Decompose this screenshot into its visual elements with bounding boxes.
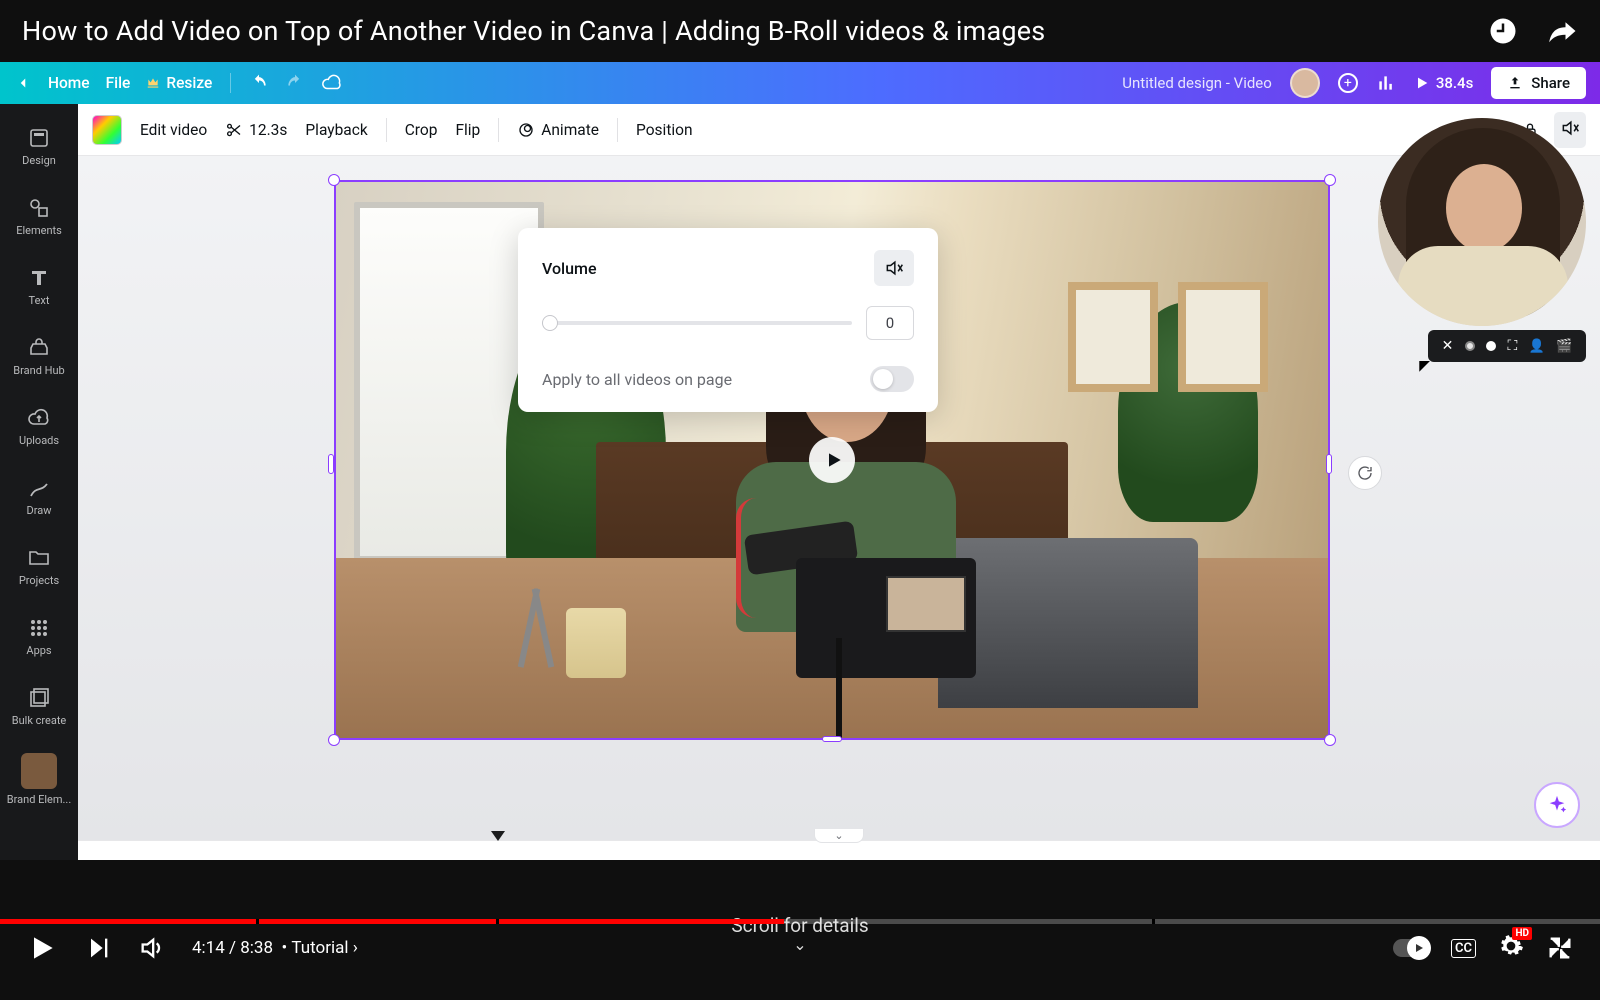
autoplay-toggle[interactable] <box>1393 939 1429 957</box>
play-icon[interactable] <box>26 932 58 964</box>
playhead-marker[interactable] <box>491 831 505 841</box>
trim-button[interactable]: 12.3s <box>225 121 287 139</box>
file-menu[interactable]: File <box>106 74 131 92</box>
apply-all-toggle[interactable] <box>870 366 914 392</box>
redo-icon[interactable] <box>285 73 305 93</box>
mouse-cursor: ◤ <box>1419 358 1430 374</box>
resize-button[interactable]: Resize <box>146 74 212 92</box>
animate-icon <box>517 121 535 139</box>
edit-video-button[interactable]: Edit video <box>140 121 207 139</box>
scissors-icon <box>225 121 243 139</box>
popover-mute-button[interactable] <box>874 250 914 286</box>
context-toolbar: Edit video 12.3s Playback Crop Flip Anim… <box>78 104 1600 156</box>
resize-handle[interactable] <box>328 174 340 186</box>
person-icon[interactable]: 👤 <box>1529 339 1545 354</box>
apply-all-label: Apply to all videos on page <box>542 370 732 389</box>
collapse-timeline-button[interactable]: ⌄ <box>814 829 864 843</box>
close-icon[interactable]: ✕ <box>1442 338 1454 354</box>
crop-button[interactable]: Crop <box>405 121 438 139</box>
sidebar-item-elements[interactable]: Elements <box>0 182 78 250</box>
resize-handle[interactable] <box>822 736 842 742</box>
animate-button[interactable]: Animate <box>517 121 599 139</box>
canvas-area[interactable]: Volume 0 Apply to all videos on page <box>78 156 1600 840</box>
watch-later-icon[interactable] <box>1488 16 1518 46</box>
brand-thumb-icon <box>21 753 57 789</box>
slider-thumb[interactable] <box>542 315 558 331</box>
resize-handle[interactable] <box>1324 734 1336 746</box>
sidebar-item-brand-elements[interactable]: Brand Elem... <box>0 742 78 810</box>
sidebar-item-projects[interactable]: Projects <box>0 532 78 600</box>
settings-button[interactable]: HD <box>1498 933 1524 964</box>
sidebar-item-text[interactable]: Text <box>0 252 78 320</box>
volume-icon[interactable] <box>138 934 166 962</box>
stage-play-button[interactable] <box>809 437 855 483</box>
volume-popover: Volume 0 Apply to all videos on page <box>518 228 938 412</box>
sidebar-item-uploads[interactable]: Uploads <box>0 392 78 460</box>
volume-mute-icon <box>884 258 904 278</box>
refresh-icon <box>1356 464 1374 482</box>
hd-badge: HD <box>1512 927 1532 940</box>
volume-mute-button[interactable] <box>1554 112 1586 148</box>
youtube-title-bar: How to Add Video on Top of Another Video… <box>0 0 1600 62</box>
sidebar-item-design[interactable]: Design <box>0 112 78 180</box>
popover-title: Volume <box>542 259 597 278</box>
volume-slider[interactable] <box>542 321 852 325</box>
dot-icon[interactable] <box>1486 341 1496 351</box>
play-icon <box>1414 75 1430 91</box>
sidebar-item-draw[interactable]: Draw <box>0 462 78 530</box>
canva-header: Home File Resize Untitled design - Video… <box>0 62 1600 104</box>
crown-icon <box>146 76 160 90</box>
youtube-time: 4:14 / 8:38 • Tutorial › <box>192 938 358 958</box>
analytics-icon[interactable] <box>1376 73 1396 93</box>
volume-value[interactable]: 0 <box>866 306 914 340</box>
resize-handle[interactable] <box>328 734 340 746</box>
resize-handle[interactable] <box>1324 174 1336 186</box>
youtube-controls: 4:14 / 8:38 • Tutorial › CC HD <box>0 924 1600 972</box>
user-avatar[interactable] <box>1290 68 1320 98</box>
title-actions <box>1488 16 1578 46</box>
clapper-icon[interactable]: 🎬 <box>1556 339 1572 354</box>
flip-button[interactable]: Flip <box>455 121 480 139</box>
document-name[interactable]: Untitled design - Video <box>1122 74 1272 92</box>
playback-button[interactable]: Playback <box>305 121 367 139</box>
presenter-toolbar: ✕ ⛶ 👤 🎬 <box>1428 330 1586 362</box>
share-button[interactable]: Share <box>1491 67 1586 99</box>
sync-button[interactable] <box>1348 456 1382 490</box>
sparkle-icon <box>1546 794 1568 816</box>
position-button[interactable]: Position <box>636 121 693 139</box>
header-play-button[interactable]: 38.4s <box>1414 74 1473 92</box>
undo-icon[interactable] <box>249 73 269 93</box>
fullscreen-icon[interactable]: ⛶ <box>1507 338 1517 354</box>
resize-handle[interactable] <box>328 454 334 474</box>
home-button[interactable]: Home <box>48 74 90 92</box>
share-icon[interactable] <box>1548 16 1578 46</box>
resize-handle[interactable] <box>1326 454 1332 474</box>
video-title: How to Add Video on Top of Another Video… <box>22 15 1045 47</box>
sidebar-item-bulk-create[interactable]: Bulk create <box>0 672 78 740</box>
record-icon[interactable] <box>1465 341 1475 351</box>
next-icon[interactable] <box>84 934 112 962</box>
back-icon[interactable] <box>14 74 32 92</box>
cc-button[interactable]: CC <box>1451 939 1476 958</box>
volume-mute-icon <box>1560 118 1580 138</box>
cloud-sync-icon[interactable] <box>321 72 343 94</box>
sidebar-item-apps[interactable]: Apps <box>0 602 78 670</box>
sidebar-item-brand-hub[interactable]: Brand Hub <box>0 322 78 390</box>
ai-assistant-button[interactable] <box>1534 782 1580 828</box>
presenter-webcam[interactable] <box>1378 118 1586 326</box>
add-collaborator-button[interactable]: + <box>1338 73 1358 93</box>
upload-icon <box>1507 75 1523 91</box>
color-swatch[interactable] <box>92 115 122 145</box>
theater-mode-icon[interactable] <box>1546 934 1574 962</box>
